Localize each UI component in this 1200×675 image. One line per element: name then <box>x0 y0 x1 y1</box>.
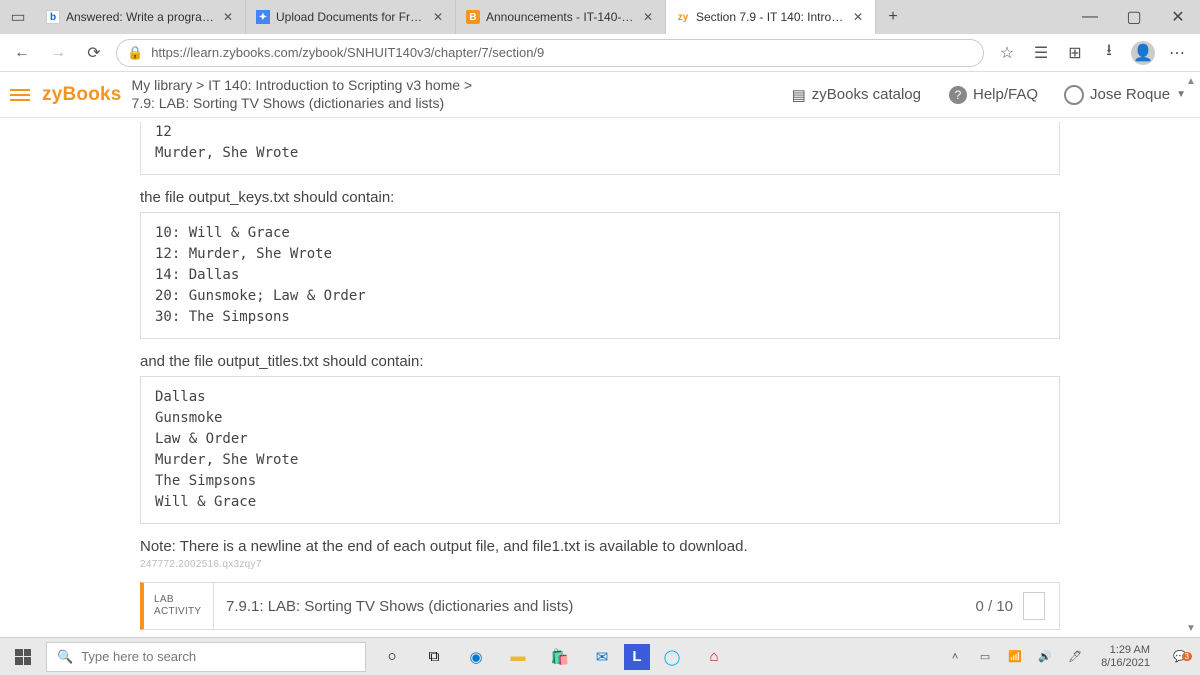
windows-logo-icon <box>15 649 31 665</box>
lab-activity-tag: LAB ACTIVITY <box>144 583 214 629</box>
taskbar-pinned-apps: ○ ⧉ ◉ ▬ 🛍️ ✉ L ◯ ⌂ <box>372 642 734 672</box>
tab-2[interactable]: B Announcements - IT-140-J6182 ✕ <box>456 0 666 34</box>
breadcrumb-top[interactable]: My library > IT 140: Introduction to Scr… <box>132 77 473 95</box>
edge-icon[interactable]: ◉ <box>456 642 496 672</box>
url-input[interactable]: 🔒 https://learn.zybooks.com/zybook/SNHUI… <box>116 39 984 67</box>
address-bar: ← → ⟳ 🔒 https://learn.zybooks.com/zybook… <box>0 34 1200 72</box>
breadcrumb[interactable]: My library > IT 140: Introduction to Scr… <box>132 77 473 112</box>
profile-avatar[interactable]: 👤 <box>1128 39 1158 67</box>
tab-0[interactable]: b Answered: Write a program that ✕ <box>36 0 246 34</box>
hamburger-menu-icon[interactable] <box>8 85 32 105</box>
file-explorer-icon[interactable]: ▬ <box>498 642 538 672</box>
refresh-button[interactable]: ⟳ <box>80 39 108 67</box>
task-view-icon[interactable]: ⧉ <box>414 642 454 672</box>
battery-icon[interactable]: ▭ <box>975 650 995 663</box>
lock-icon: 🔒 <box>127 45 143 61</box>
paragraph-titles: and the file output_titles.txt should co… <box>140 353 1060 370</box>
tab-actions-icon[interactable]: ▭ <box>0 0 36 34</box>
book-icon: ▤ <box>792 86 806 104</box>
help-label: Help/FAQ <box>973 86 1038 103</box>
minimize-button[interactable]: — <box>1068 0 1112 34</box>
tray-chevron-icon[interactable]: ˄ <box>945 651 965 663</box>
url-text: https://learn.zybooks.com/zybook/SNHUIT1… <box>151 45 544 60</box>
cortana-icon[interactable]: ○ <box>372 642 412 672</box>
volume-icon[interactable]: 🔊 <box>1035 650 1055 663</box>
user-name: Jose Roque <box>1090 86 1170 103</box>
search-icon: 🔍 <box>57 649 73 665</box>
note-paragraph: Note: There is a newline at the end of e… <box>140 538 1060 555</box>
zybooks-header: zyBooks My library > IT 140: Introductio… <box>0 72 1200 118</box>
start-button[interactable] <box>0 649 46 665</box>
favorite-star-icon[interactable]: ☆ <box>992 39 1022 67</box>
main-content: 12 Murder, She Wrote the file output_key… <box>0 118 1060 630</box>
catalog-label: zyBooks catalog <box>812 86 921 103</box>
window-controls: — ▢ ✕ <box>1068 0 1200 34</box>
notification-badge: 3 <box>1182 652 1192 661</box>
mcafee-icon[interactable]: ⌂ <box>694 642 734 672</box>
maximize-button[interactable]: ▢ <box>1112 0 1156 34</box>
clock[interactable]: 1:29 AM 8/16/2021 <box>1095 644 1156 669</box>
taskbar-search-input[interactable]: 🔍 Type here to search <box>46 642 366 672</box>
close-icon[interactable]: ✕ <box>221 10 235 24</box>
back-button[interactable]: ← <box>8 39 36 67</box>
new-tab-button[interactable]: + <box>876 0 910 34</box>
store-icon[interactable]: 🛍️ <box>540 642 580 672</box>
user-menu[interactable]: Jose Roque ▼ <box>1064 85 1186 105</box>
lab-score: 0 / 10 <box>961 583 1059 629</box>
favicon-coursehero: ✦ <box>256 10 270 24</box>
code-block-output-titles: Dallas Gunsmoke Law & Order Murder, She … <box>140 376 1060 524</box>
close-icon[interactable]: ✕ <box>431 10 445 24</box>
forward-button[interactable]: → <box>44 39 72 67</box>
more-menu-icon[interactable]: ⋯ <box>1162 39 1192 67</box>
lab-activity-title: 7.9.1: LAB: Sorting TV Shows (dictionari… <box>214 583 961 629</box>
zybooks-logo[interactable]: zyBooks <box>42 84 122 106</box>
scroll-up-icon[interactable]: ▲ <box>1184 74 1198 88</box>
tab-title: Section 7.9 - IT 140: Introduction <box>696 10 845 24</box>
browser-titlebar: ▭ b Answered: Write a program that ✕ ✦ U… <box>0 0 1200 34</box>
favicon-bartleby: b <box>46 10 60 24</box>
scroll-down-icon[interactable]: ▼ <box>1184 621 1198 635</box>
user-icon <box>1064 85 1084 105</box>
page-viewport: zyBooks My library > IT 140: Introductio… <box>0 72 1200 637</box>
page-scrollbar[interactable]: ▲ ▼ <box>1184 74 1198 635</box>
tab-3-active[interactable]: zy Section 7.9 - IT 140: Introduction ✕ <box>666 0 876 34</box>
question-id: 247772.2002516.qx3zqy7 <box>140 559 1060 570</box>
code-block-output-keys: 10: Will & Grace 12: Murder, She Wrote 1… <box>140 212 1060 339</box>
breadcrumb-bottom: 7.9: LAB: Sorting TV Shows (dictionaries… <box>132 95 473 113</box>
favicon-zybooks: zy <box>676 10 690 24</box>
help-icon: ? <box>949 86 967 104</box>
code-block-input-tail: 12 Murder, She Wrote <box>140 122 1060 175</box>
close-window-button[interactable]: ✕ <box>1156 0 1200 34</box>
lab-activity-box[interactable]: LAB ACTIVITY 7.9.1: LAB: Sorting TV Show… <box>140 582 1060 630</box>
catalog-link[interactable]: ▤ zyBooks catalog <box>792 86 921 104</box>
favorites-bar-icon[interactable]: ☰ <box>1026 39 1056 67</box>
windows-taskbar: 🔍 Type here to search ○ ⧉ ◉ ▬ 🛍️ ✉ L ◯ ⌂… <box>0 637 1200 675</box>
collections-icon[interactable]: ⊞ <box>1060 39 1090 67</box>
close-icon[interactable]: ✕ <box>641 10 655 24</box>
tab-title: Answered: Write a program that <box>66 10 215 24</box>
mail-icon[interactable]: ✉ <box>582 642 622 672</box>
tab-title: Upload Documents for Free Acc <box>276 10 425 24</box>
help-link[interactable]: ? Help/FAQ <box>949 86 1038 104</box>
search-placeholder: Type here to search <box>81 649 196 664</box>
tab-1[interactable]: ✦ Upload Documents for Free Acc ✕ <box>246 0 456 34</box>
tab-title: Announcements - IT-140-J6182 <box>486 10 635 24</box>
app-icon-circle[interactable]: ◯ <box>652 642 692 672</box>
favicon-brightspace: B <box>466 10 480 24</box>
system-tray: ˄ ▭ 📶 🔊 🖊 1:29 AM 8/16/2021 💬3 <box>945 644 1200 669</box>
downloads-icon[interactable]: ⭳ <box>1094 39 1124 67</box>
language-icon[interactable]: 🖊 <box>1065 650 1085 663</box>
paragraph-keys: the file output_keys.txt should contain: <box>140 189 1060 206</box>
wifi-icon[interactable]: 📶 <box>1005 650 1025 663</box>
app-icon-l[interactable]: L <box>624 644 650 670</box>
score-box-icon <box>1023 592 1045 620</box>
close-icon[interactable]: ✕ <box>851 10 865 24</box>
action-center-icon[interactable]: 💬3 <box>1166 650 1194 663</box>
